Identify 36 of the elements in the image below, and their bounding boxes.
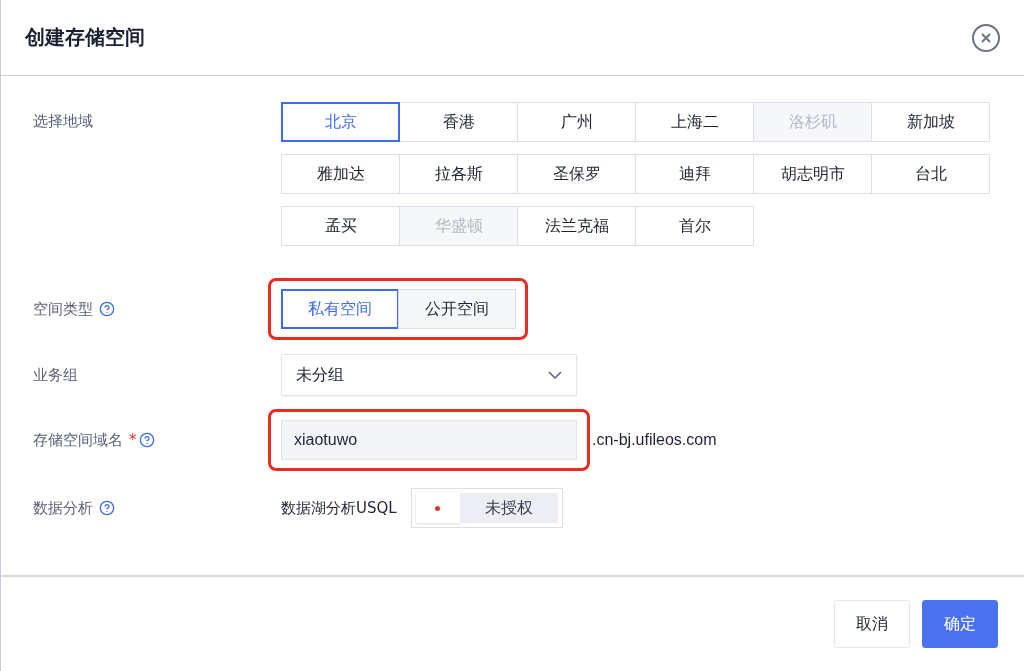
group-select[interactable]: 未分组 xyxy=(281,354,577,396)
authorization-switch[interactable]: 未授权 xyxy=(410,488,563,528)
help-icon[interactable] xyxy=(138,432,155,448)
region-option[interactable]: 新加坡 xyxy=(871,102,990,142)
space-type-option[interactable]: 私有空间 xyxy=(281,289,399,329)
field-label: 数据分析 xyxy=(33,498,93,518)
field-label: 业务组 xyxy=(33,365,78,385)
chevron-down-icon xyxy=(548,371,562,379)
region-option[interactable]: 首尔 xyxy=(635,206,754,246)
region-option[interactable]: 孟买 xyxy=(281,206,400,246)
region-option[interactable]: 雅加达 xyxy=(281,154,400,194)
region-option[interactable]: 上海二 xyxy=(635,102,754,142)
close-button[interactable] xyxy=(972,23,1000,52)
help-icon[interactable] xyxy=(99,301,115,317)
region-option[interactable]: 广州 xyxy=(517,102,636,142)
domain-input[interactable]: xiaotuwo xyxy=(281,420,577,460)
region-option[interactable]: 北京 xyxy=(281,102,400,142)
field-label: 空间类型 xyxy=(33,299,93,319)
region-option[interactable]: 迪拜 xyxy=(635,154,754,194)
close-icon xyxy=(980,31,992,44)
region-option[interactable]: 拉各斯 xyxy=(399,154,518,194)
region-option[interactable]: 香港 xyxy=(399,102,518,142)
field-label: 选择地域 xyxy=(33,112,93,131)
confirm-button[interactable]: 确定 xyxy=(922,600,998,648)
cancel-button[interactable]: 取消 xyxy=(834,600,910,648)
region-option[interactable]: 圣保罗 xyxy=(517,154,636,194)
space-type-option[interactable]: 公开空间 xyxy=(398,289,516,329)
region-option[interactable]: 法兰克福 xyxy=(517,206,636,246)
service-name: 数据湖分析USQL xyxy=(281,498,397,518)
required-mark: * xyxy=(129,431,137,449)
region-option[interactable]: 胡志明市 xyxy=(753,154,872,194)
help-icon[interactable] xyxy=(99,500,115,516)
field-label: 存储空间域名 xyxy=(33,430,123,450)
dialog-title: 创建存储空间 xyxy=(25,24,145,51)
region-option[interactable]: 台北 xyxy=(871,154,990,194)
domain-suffix: .cn-bj.ufileos.com xyxy=(592,431,717,449)
